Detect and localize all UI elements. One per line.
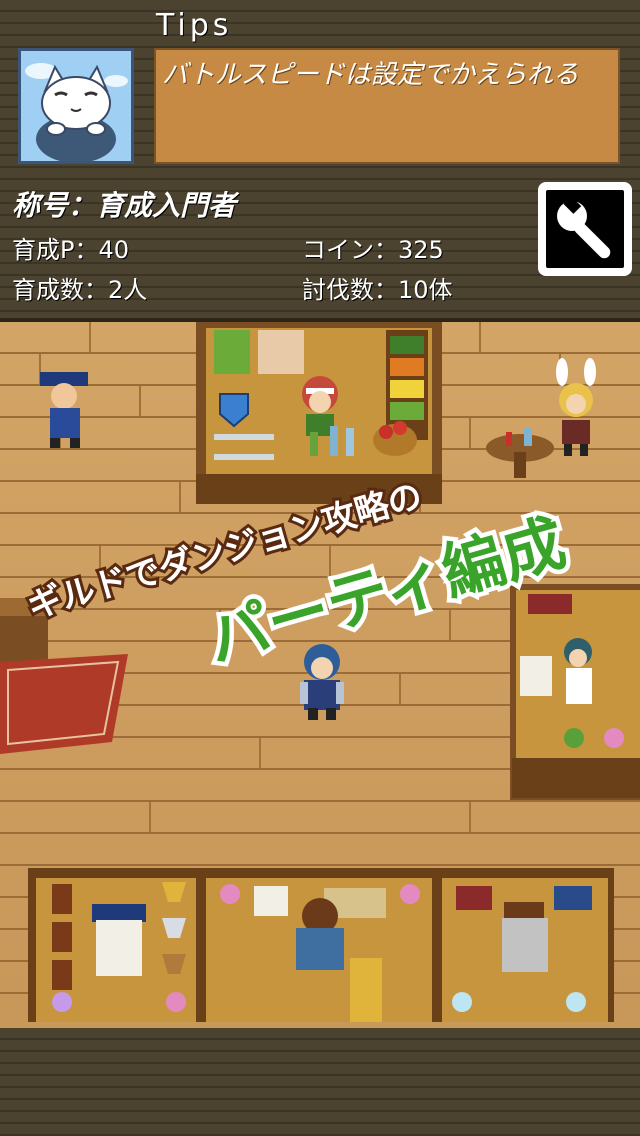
player-title: 称号：育成入門者 xyxy=(12,189,237,222)
guild-hall-art xyxy=(0,322,640,1026)
tips-title: Tips xyxy=(156,8,233,43)
coin-count: コイン：325 xyxy=(302,236,444,264)
defeated-count: 討伐数：10体 xyxy=(302,276,453,304)
settings-button[interactable] xyxy=(538,182,632,276)
status-header: Tips バトルスピードは設定でかえられる 称号：育成入門者 育成P：40 コイ… xyxy=(0,0,640,322)
trained-count: 育成数：2人 xyxy=(12,276,148,304)
tips-message: バトルスピードは設定でかえられる xyxy=(162,60,579,90)
bottom-wall xyxy=(0,1028,640,1136)
cat-avatar-icon[interactable] xyxy=(18,48,134,164)
tips-box: バトルスピードは設定でかえられる xyxy=(154,48,620,164)
training-points: 育成P：40 xyxy=(12,236,130,264)
wrench-icon xyxy=(546,190,624,268)
guild-hall-scene[interactable] xyxy=(0,322,640,1026)
